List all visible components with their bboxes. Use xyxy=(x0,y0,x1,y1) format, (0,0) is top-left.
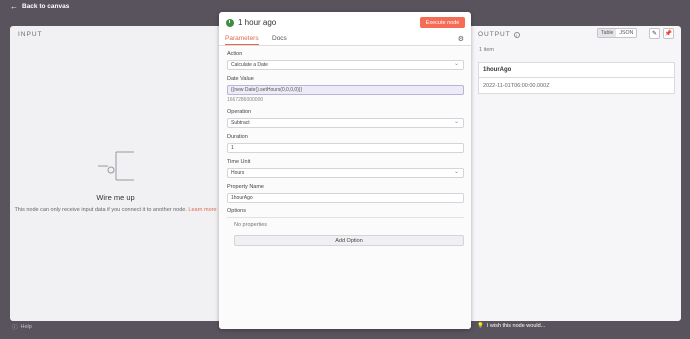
no-properties-text: No properties xyxy=(234,222,268,228)
pin-icon: 📌 xyxy=(664,31,673,37)
table-cell[interactable]: 2022-11-01T06:00:00.000Z xyxy=(479,78,674,93)
property-name-input[interactable]: 1hourAgo xyxy=(227,193,464,203)
time-unit-label: Time Unit xyxy=(227,159,251,165)
node-settings-panel: 1 hour ago Execute node Parameters Docs … xyxy=(219,12,471,329)
lightbulb-icon: 💡 xyxy=(477,323,484,329)
table-view-button[interactable]: Table xyxy=(598,29,617,37)
table-header: 1hourAgo xyxy=(479,63,674,78)
input-label: INPUT xyxy=(18,31,43,38)
node-title[interactable]: 1 hour ago xyxy=(238,18,276,27)
options-label: Options xyxy=(227,208,246,214)
node-header: 1 hour ago Execute node xyxy=(219,12,471,33)
pencil-icon: ✎ xyxy=(651,31,658,37)
items-count: 1 item xyxy=(479,47,494,53)
operation-select[interactable]: Subtract xyxy=(227,118,464,128)
help-label: Help xyxy=(20,324,32,330)
info-icon[interactable]: i xyxy=(513,31,520,38)
back-label: Back to canvas xyxy=(22,2,70,10)
output-table: 1hourAgo 2022-11-01T06:00:00.000Z xyxy=(478,62,675,94)
date-value-hint: 1667286000000 xyxy=(227,97,264,103)
help-icon: ⓘ xyxy=(12,325,18,331)
wire-text: This node can only receive input data if… xyxy=(14,207,217,213)
plug-icon xyxy=(97,151,134,181)
tab-docs[interactable]: Docs xyxy=(272,35,287,42)
tab-parameters[interactable]: Parameters xyxy=(225,35,259,45)
duration-label: Duration xyxy=(227,134,248,140)
json-view-button[interactable]: JSON xyxy=(616,29,636,37)
date-value-label: Date Value xyxy=(227,76,254,82)
wire-me-up: Wire me up This node can only receive in… xyxy=(10,151,221,214)
feedback-label: I wish this node would... xyxy=(486,323,546,329)
parameters-body: Action Calculate a Date Date Value {{new… xyxy=(219,47,471,329)
output-panel: OUTPUT i Table JSON ✎ 📌 1 item 1hourAgo 2… xyxy=(469,26,681,321)
output-label: OUTPUT i xyxy=(478,31,520,38)
pin-output-button[interactable]: 📌 xyxy=(663,28,674,39)
options-divider xyxy=(227,217,464,218)
learn-more-link[interactable]: Learn more xyxy=(188,207,216,213)
help-link[interactable]: ⓘ Help xyxy=(12,323,32,331)
feedback-link[interactable]: 💡 I wish this node would... xyxy=(477,323,545,329)
duration-input[interactable]: 1 xyxy=(227,143,464,153)
node-tabs: Parameters Docs ⚙ xyxy=(219,33,471,46)
action-label: Action xyxy=(227,51,243,57)
execute-node-button[interactable]: Execute node xyxy=(420,17,465,28)
input-panel: INPUT Wire me up This node can only rece… xyxy=(10,26,221,321)
action-select[interactable]: Calculate a Date xyxy=(227,60,464,70)
time-unit-select[interactable]: Hours xyxy=(227,168,464,178)
gear-icon[interactable]: ⚙ xyxy=(458,35,464,43)
edit-output-button[interactable]: ✎ xyxy=(649,28,660,39)
operation-label: Operation xyxy=(227,109,252,115)
property-name-label: Property Name xyxy=(227,184,264,190)
clock-icon xyxy=(226,18,234,27)
wire-title: Wire me up xyxy=(96,193,135,202)
back-to-canvas-link[interactable]: ← Back to canvas xyxy=(0,0,690,12)
view-toggle[interactable]: Table JSON xyxy=(597,28,638,38)
arrow-left-icon: ← xyxy=(10,1,18,11)
date-value-input[interactable]: {{new Date().setHours(0,0,0,0)}} xyxy=(227,85,464,95)
add-option-button[interactable]: Add Option xyxy=(234,235,464,246)
